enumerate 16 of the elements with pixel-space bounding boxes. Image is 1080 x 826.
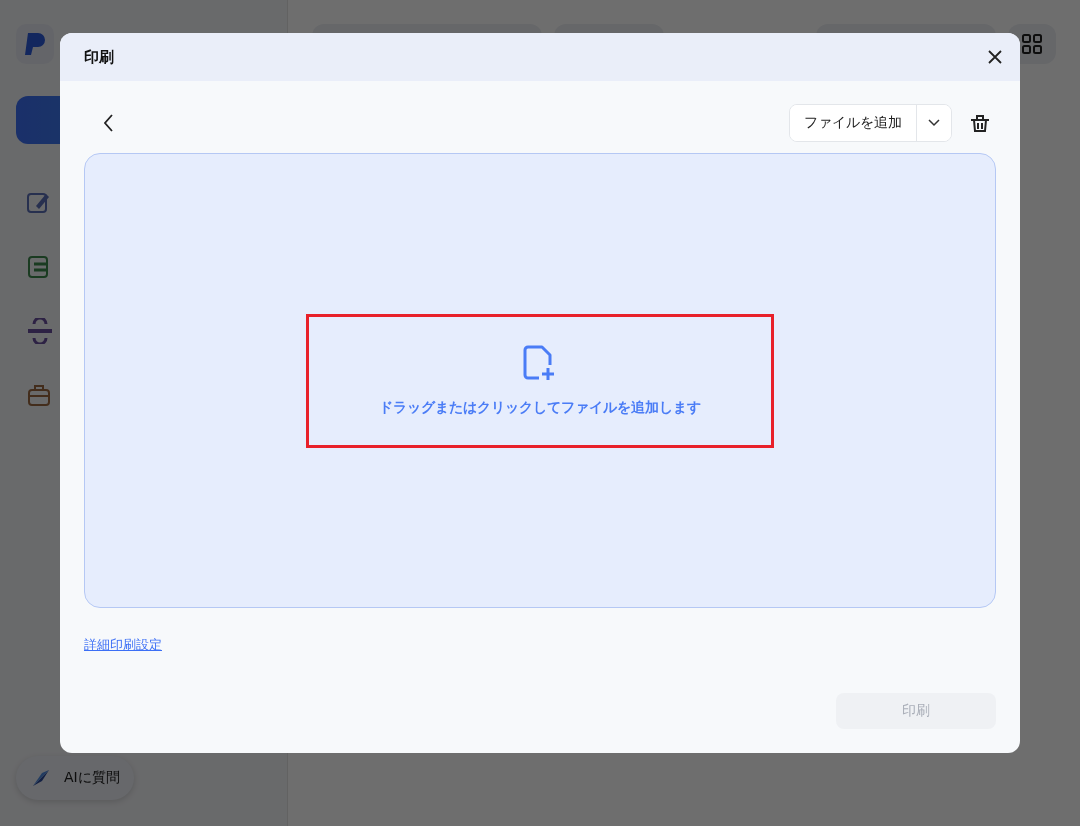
edit-icon[interactable] [26,190,52,216]
grid-icon [1022,34,1042,54]
drop-zone[interactable]: ドラッグまたはクリックしてファイルを追加します [84,153,996,608]
caret-icon [928,119,940,127]
dialog-title: 印刷 [84,47,114,67]
compare-icon[interactable] [26,318,54,344]
toolbox-icon[interactable] [26,382,52,408]
close-icon[interactable] [988,50,1002,64]
advanced-settings-link[interactable]: 詳細印刷設定 [84,636,162,654]
add-file-icon [523,344,557,381]
drop-hint: ドラッグまたはクリックしてファイルを追加します [379,398,701,417]
trash-icon[interactable] [970,113,990,133]
logo-icon [16,24,54,64]
back-icon[interactable] [104,114,114,132]
add-file-button[interactable]: ファイルを追加 [790,105,917,141]
ask-ai-button[interactable]: AIに質問 [16,756,134,800]
